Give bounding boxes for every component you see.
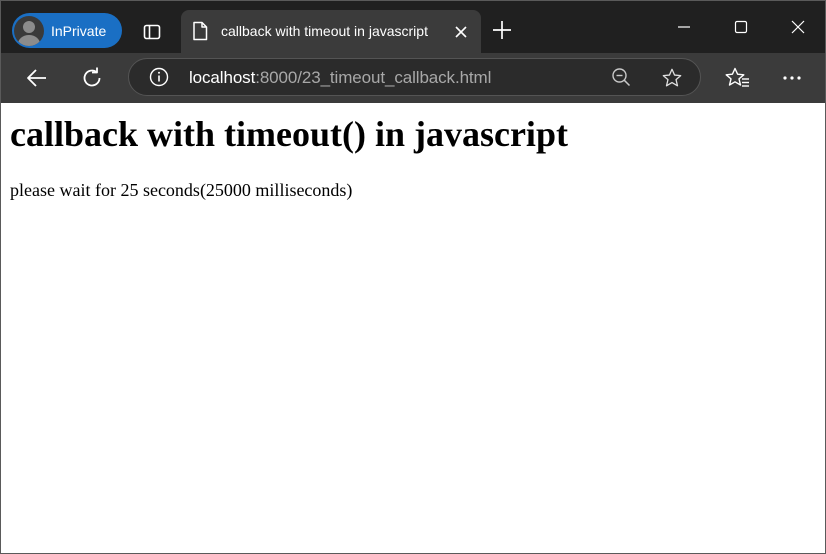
tab-actions-icon	[143, 24, 161, 40]
settings-more-button[interactable]	[777, 63, 807, 93]
refresh-icon	[83, 67, 101, 87]
wait-message: please wait for 25 seconds(25000 millise…	[10, 180, 353, 200]
navigation-toolbar: localhost:8000/23_timeout_callback.html	[1, 53, 825, 103]
tab-title: callback with timeout in javascript	[221, 23, 428, 39]
refresh-button[interactable]	[77, 63, 107, 93]
page-icon	[193, 21, 208, 41]
url-path: :8000/23_timeout_callback.html	[255, 68, 492, 87]
maximize-button[interactable]	[721, 11, 761, 43]
favorites-icon	[725, 67, 749, 87]
page-content: callback with timeout() in javascript pl…	[1, 103, 825, 553]
close-icon[interactable]	[453, 24, 469, 40]
info-icon[interactable]	[149, 67, 169, 87]
zoom-out-icon[interactable]	[611, 67, 631, 87]
url-text[interactable]: localhost:8000/23_timeout_callback.html	[189, 68, 491, 88]
back-button[interactable]	[22, 63, 52, 93]
avatar	[14, 15, 44, 46]
favorites-button[interactable]	[723, 63, 753, 93]
minimize-icon	[678, 26, 690, 28]
minimize-button[interactable]	[664, 11, 704, 43]
close-window-button[interactable]	[778, 11, 818, 43]
maximize-icon	[734, 20, 748, 34]
more-icon	[783, 76, 801, 80]
inprivate-profile-button[interactable]: InPrivate	[12, 13, 122, 48]
url-host: localhost	[189, 68, 256, 87]
plus-icon[interactable]	[491, 19, 513, 41]
tab-active[interactable]: callback with timeout in javascript	[181, 10, 481, 53]
back-arrow-icon	[27, 69, 46, 87]
close-icon	[791, 20, 805, 34]
address-bar[interactable]: localhost:8000/23_timeout_callback.html	[128, 58, 701, 96]
tab-strip: InPrivate callback with timeout in javas…	[1, 1, 825, 53]
inprivate-label: InPrivate	[51, 22, 107, 39]
page-heading: callback with timeout() in javascript	[10, 114, 568, 154]
browser-window: InPrivate callback with timeout in javas…	[0, 0, 826, 554]
star-icon[interactable]	[661, 67, 683, 89]
tab-actions-button[interactable]	[137, 17, 167, 47]
